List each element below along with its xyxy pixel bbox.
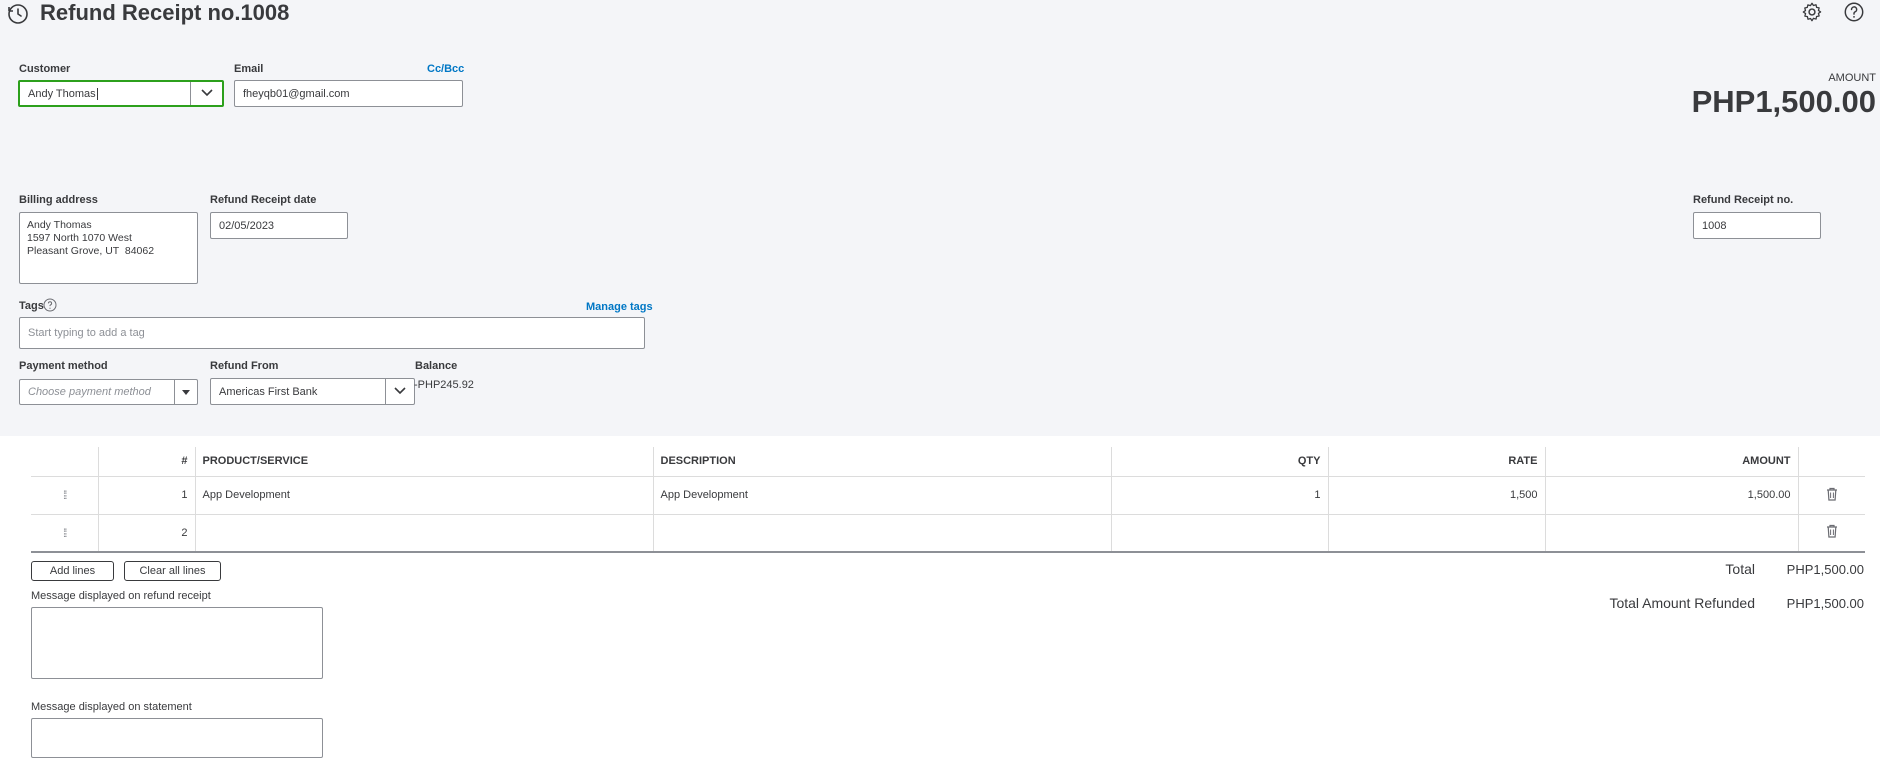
column-header-qty: QTY: [1110, 447, 1328, 477]
tags-label: Tags: [19, 300, 44, 312]
page-title: Refund Receipt no.1008: [40, 0, 290, 25]
payment-method-placeholder: Choose payment method: [28, 386, 151, 398]
billing-address-line: 1597 North 1070 West: [27, 232, 132, 244]
column-header-amount: AMOUNT: [1544, 447, 1798, 477]
manage-tags-link[interactable]: Manage tags: [586, 301, 653, 313]
trash-icon[interactable]: [1797, 514, 1865, 553]
amount-value: PHP1,500.00: [1691, 84, 1876, 119]
statement-message-textarea[interactable]: [31, 718, 323, 758]
trash-icon[interactable]: [1797, 476, 1865, 515]
gear-icon[interactable]: [1800, 0, 1824, 24]
help-icon[interactable]: [1842, 0, 1866, 24]
payment-method-label: Payment method: [19, 360, 108, 372]
tags-help-icon[interactable]: [43, 298, 57, 312]
amount-cell[interactable]: 1,500.00: [1544, 476, 1798, 515]
caret-down-icon: [182, 383, 190, 401]
customer-value: Andy Thomas: [28, 87, 96, 100]
history-clock-icon[interactable]: [6, 2, 30, 26]
receipt-date-label: Refund Receipt date: [210, 194, 317, 206]
total-refunded-value: PHP1,500.00: [1786, 596, 1864, 611]
chevron-down-icon: [393, 383, 407, 401]
customer-label: Customer: [19, 63, 71, 75]
billing-address-field[interactable]: Andy Thomas 1597 North 1070 West Pleasan…: [19, 212, 198, 284]
receipt-date-input[interactable]: 02/05/2023: [210, 212, 348, 239]
drag-handle-icon[interactable]: ⁞⁞: [31, 476, 98, 515]
billing-address-line: Pleasant Grove, UT 84062: [27, 245, 155, 257]
chevron-down-icon: [200, 85, 214, 103]
balance-value: -PHP245.92: [414, 379, 474, 391]
column-header-product: PRODUCT/SERVICE: [194, 447, 653, 477]
qty-cell[interactable]: 1: [1110, 476, 1328, 515]
row-number: 1: [97, 476, 195, 515]
column-header-description: DESCRIPTION: [652, 447, 1111, 477]
payment-method-dropdown-button[interactable]: [174, 380, 197, 404]
billing-address-line: Andy Thomas: [27, 219, 92, 231]
amount-label: AMOUNT: [1828, 72, 1876, 84]
statement-message-label: Message displayed on statement: [31, 701, 192, 713]
add-lines-button[interactable]: Add lines: [31, 561, 114, 581]
rate-cell[interactable]: [1327, 514, 1545, 553]
email-input[interactable]: fheyqb01@gmail.com: [234, 80, 463, 107]
total-value: PHP1,500.00: [1786, 562, 1864, 577]
refund-from-label: Refund From: [210, 360, 279, 372]
text-cursor: [96, 87, 98, 100]
receipt-message-label: Message displayed on refund receipt: [31, 590, 211, 602]
refund-from-value: Americas First Bank: [219, 385, 318, 398]
column-header-rate: RATE: [1327, 447, 1545, 477]
column-header-number: #: [97, 447, 195, 477]
customer-dropdown-button[interactable]: [190, 82, 222, 105]
balance-label: Balance: [415, 360, 458, 372]
payment-method-select[interactable]: Choose payment method: [19, 379, 198, 405]
tags-input[interactable]: Start typing to add a tag: [19, 317, 645, 349]
clear-all-lines-button[interactable]: Clear all lines: [124, 561, 221, 581]
description-cell[interactable]: [652, 514, 1111, 553]
total-label: Total: [1725, 561, 1755, 577]
receipt-message-textarea[interactable]: [31, 607, 323, 679]
amount-cell[interactable]: [1544, 514, 1798, 553]
cc-bcc-link[interactable]: Cc/Bcc: [427, 63, 464, 75]
drag-column-header: [31, 447, 98, 477]
delete-column-header: [1797, 447, 1865, 477]
description-cell[interactable]: App Development: [652, 476, 1111, 515]
qty-cell[interactable]: [1110, 514, 1328, 553]
table-row[interactable]: ⁞⁞ 2: [31, 514, 1865, 553]
total-refunded-label: Total Amount Refunded: [1609, 595, 1755, 611]
billing-address-label: Billing address: [19, 194, 98, 206]
refund-from-dropdown-button[interactable]: [385, 379, 414, 404]
row-number: 2: [97, 514, 195, 553]
table-header-row: # PRODUCT/SERVICE DESCRIPTION QTY RATE A…: [31, 447, 1865, 477]
product-cell[interactable]: [194, 514, 653, 553]
line-items-table: # PRODUCT/SERVICE DESCRIPTION QTY RATE A…: [31, 447, 1865, 553]
email-label: Email: [234, 63, 264, 75]
drag-handle-icon[interactable]: ⁞⁞: [31, 514, 98, 553]
table-row[interactable]: ⁞⁞ 1 App Development App Development 1 1…: [31, 476, 1865, 515]
receipt-no-input[interactable]: 1008: [1693, 212, 1821, 239]
receipt-no-label: Refund Receipt no.: [1693, 194, 1794, 206]
product-cell[interactable]: App Development: [194, 476, 653, 515]
rate-cell[interactable]: 1,500: [1327, 476, 1545, 515]
